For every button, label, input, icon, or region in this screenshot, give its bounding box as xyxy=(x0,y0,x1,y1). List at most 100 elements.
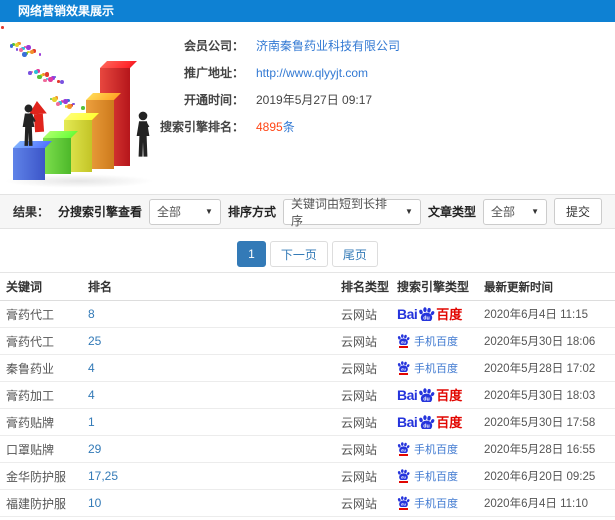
mobile-baidu-underline xyxy=(399,454,408,457)
updated-cell: 2020年5月30日 18:06 xyxy=(484,336,596,348)
rank-type-cell: 云网站 xyxy=(341,334,378,349)
keyword-cell: 膏药贴牌 xyxy=(6,415,55,430)
rank-value-link[interactable]: 29 xyxy=(88,442,101,456)
keyword-cell: 福建防护服 xyxy=(6,496,67,511)
keyword-rank-table: 关键词 排名 排名类型 搜索引擎类型 最新更新时间 膏药代工 8 云网站 Bai du 百… xyxy=(0,272,615,520)
rank-link[interactable]: 17,25 xyxy=(88,469,341,483)
confetti-dot xyxy=(29,49,35,55)
filter-bar: 结果： 分搜索引擎查看 全部 ▼ 排序方式 关键词由短到长排序 ▼ 文章类型 全… xyxy=(0,194,615,229)
promo-url-link[interactable]: http://www.qlyyjt.com xyxy=(256,66,368,80)
rank-link[interactable]: 4 xyxy=(88,361,341,375)
updated-cell: 2020年5月28日 17:02 xyxy=(484,363,596,375)
updated-cell: 2020年5月28日 16:55 xyxy=(484,444,596,456)
rank-value-link[interactable]: 17,25 xyxy=(88,469,118,483)
confetti-dot xyxy=(18,47,24,52)
mobile-baidu-logo: du 手机百度 xyxy=(397,495,458,511)
baidu-logo-cn: 百度 xyxy=(436,415,463,430)
mobile-baidu-underline xyxy=(399,508,408,511)
confetti-dot xyxy=(52,97,57,102)
engine-select-value: 全部 xyxy=(156,205,181,219)
open-time-label: 开通时间： xyxy=(183,93,244,107)
mobile-baidu-label: 手机百度 xyxy=(414,444,458,456)
rank-type-cell: 云网站 xyxy=(341,307,378,322)
filter-controls: 分搜索引擎查看 全部 ▼ 排序方式 关键词由短到长排序 ▼ 文章类型 全部 ▼ … xyxy=(57,197,602,228)
engine-cell: Bai du 百度 xyxy=(397,387,484,403)
sort-select[interactable]: 关键词由短到长排序 ▼ xyxy=(282,197,421,228)
baidu-logo-cn: 百度 xyxy=(436,388,463,403)
rank-value-link[interactable]: 25 xyxy=(88,334,101,348)
promo-chart-image xyxy=(0,25,175,188)
page-button-1[interactable]: 1 xyxy=(237,241,266,267)
svg-text:du: du xyxy=(424,315,430,321)
mobile-baidu-paw-icon: du xyxy=(397,495,410,511)
keyword-cell: 膏药加工 xyxy=(6,388,55,403)
businessman-right-icon xyxy=(136,111,150,157)
rank-link[interactable]: 1 xyxy=(88,415,341,429)
mobile-baidu-logo: du 手机百度 xyxy=(397,441,458,457)
table-row: 口罩贴牌 29 云网站 du 手机百度 2020年5月28日 16:55 xyxy=(0,436,615,463)
mobile-baidu-paw-icon: du xyxy=(397,360,410,376)
table-body: 膏药代工 8 云网站 Bai du 百度 2020年6月4日 11:15 膏药代工 25 云网站 d… xyxy=(0,301,615,520)
promo-url-label: 推广地址： xyxy=(183,66,244,80)
table-row: 福建防护服 10 云网站 du 手机百度 2020年6月4日 11:10 xyxy=(0,490,615,517)
confetti-dot xyxy=(57,80,60,83)
confetti-dot xyxy=(33,69,38,75)
svg-text:du: du xyxy=(401,366,406,371)
engine-cell: Bai du 百度 xyxy=(397,414,484,430)
company-link[interactable]: 济南秦鲁药业科技有限公司 xyxy=(256,37,400,54)
confetti-dot xyxy=(81,106,85,110)
mobile-baidu-label: 手机百度 xyxy=(414,471,458,483)
last-page-button[interactable]: 尾页 xyxy=(331,241,378,267)
rank-value-link[interactable]: 1 xyxy=(88,415,95,429)
confetti-dot xyxy=(14,42,20,48)
chart-bar-blue xyxy=(13,148,45,180)
engine-filter-label: 分搜索引擎查看 xyxy=(57,205,142,219)
rank-value-link[interactable]: 8 xyxy=(88,307,95,321)
businessman-left-icon xyxy=(22,104,36,146)
rank-type-cell: 云网站 xyxy=(341,496,378,511)
rank-value-link[interactable]: 4 xyxy=(88,388,95,402)
mobile-baidu-logo: du 手机百度 xyxy=(397,360,458,376)
engine-select[interactable]: 全部 ▼ xyxy=(148,198,221,225)
rank-count-number: 4895 xyxy=(256,120,283,134)
submit-button[interactable]: 提交 xyxy=(553,198,602,225)
mobile-baidu-logo: du 手机百度 xyxy=(397,468,458,484)
info-row-url: 推广地址： http://www.qlyyjt.com xyxy=(152,59,612,86)
sort-filter-label: 排序方式 xyxy=(227,205,276,219)
rank-link[interactable]: 10 xyxy=(88,496,341,510)
rank-link[interactable]: 8 xyxy=(88,307,341,321)
rank-type-cell: 云网站 xyxy=(341,388,378,403)
col-keyword: 关键词 xyxy=(6,280,43,294)
confetti-dot xyxy=(22,52,27,57)
rank-value-link[interactable]: 4 xyxy=(88,361,95,375)
confetti-dot xyxy=(64,105,68,108)
open-time-value: 2019年5月27日 09:17 xyxy=(256,93,373,107)
info-row-rank-count: 搜索引擎排名： 4895条 xyxy=(152,113,612,140)
rank-count-label: 搜索引擎排名： xyxy=(159,120,244,134)
company-label: 会员公司： xyxy=(183,39,244,53)
engine-cell: Bai du 百度 xyxy=(397,306,484,322)
article-type-select[interactable]: 全部 ▼ xyxy=(482,198,547,225)
svg-text:du: du xyxy=(401,339,406,344)
baidu-paw-icon: du xyxy=(419,387,435,403)
rank-link[interactable]: 29 xyxy=(88,442,341,456)
next-page-button[interactable]: 下一页 xyxy=(269,241,328,267)
mobile-baidu-logo: du 手机百度 xyxy=(397,333,458,349)
confetti-dot xyxy=(67,104,72,109)
engine-cell: du 手机百度 xyxy=(397,468,484,484)
mobile-baidu-underline xyxy=(399,346,408,349)
rank-type-cell: 云网站 xyxy=(341,361,378,376)
rank-link[interactable]: 4 xyxy=(88,388,341,402)
col-rank: 排名 xyxy=(88,280,113,294)
mobile-baidu-label: 手机百度 xyxy=(414,336,458,348)
rank-count-value: 4895条 xyxy=(256,118,295,135)
rank-value-link[interactable]: 10 xyxy=(88,496,101,510)
confetti-dot xyxy=(9,44,14,48)
svg-text:du: du xyxy=(401,447,406,452)
mobile-baidu-underline xyxy=(399,481,408,484)
keyword-cell: 口罩贴牌 xyxy=(6,442,55,457)
keyword-cell: 秦鲁药业 xyxy=(6,361,55,376)
table-row: 秦鲁药业 4 云网站 du 手机百度 2020年5月28日 17:02 xyxy=(0,355,615,382)
rank-link[interactable]: 25 xyxy=(88,334,341,348)
table-row: 膏药代工 8 云网站 Bai du 百度 2020年6月4日 11:15 xyxy=(0,301,615,328)
